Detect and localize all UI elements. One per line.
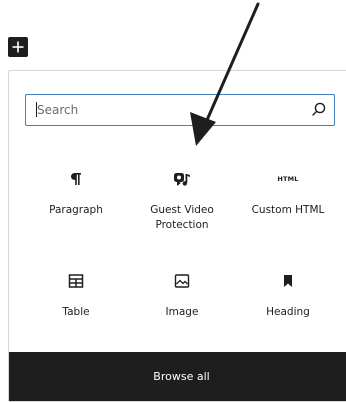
browse-all-button[interactable]: Browse all <box>9 352 346 401</box>
search-input[interactable] <box>26 95 296 124</box>
add-block-button[interactable] <box>8 37 28 57</box>
block-label: Guest Video Protection <box>150 204 214 231</box>
block-item-table[interactable]: Table <box>33 271 119 351</box>
plus-icon <box>12 41 24 53</box>
html-icon: HTML <box>277 169 299 189</box>
html-icon-text: HTML <box>277 175 299 183</box>
video-protection-icon <box>172 169 192 189</box>
block-label: Heading <box>266 306 310 318</box>
paragraph-icon <box>66 169 86 189</box>
image-icon <box>172 271 192 291</box>
table-icon <box>66 271 86 291</box>
block-item-custom-html[interactable]: HTML Custom HTML <box>245 169 331 249</box>
block-item-heading[interactable]: Heading <box>245 271 331 351</box>
block-item-guest-video-protection[interactable]: Guest Video Protection <box>139 169 225 249</box>
block-label: Image <box>165 306 199 318</box>
block-inserter-panel: Paragraph Guest Video Protection HTML Cu… <box>8 70 346 402</box>
block-label: Paragraph <box>49 204 103 216</box>
block-label: Custom HTML <box>251 204 325 216</box>
block-label: Table <box>62 306 90 318</box>
text-cursor <box>36 102 37 117</box>
bookmark-icon <box>278 271 298 291</box>
block-item-paragraph[interactable]: Paragraph <box>33 169 119 249</box>
search-box <box>25 94 335 126</box>
search-icon[interactable] <box>311 101 327 117</box>
block-item-image[interactable]: Image <box>139 271 225 351</box>
